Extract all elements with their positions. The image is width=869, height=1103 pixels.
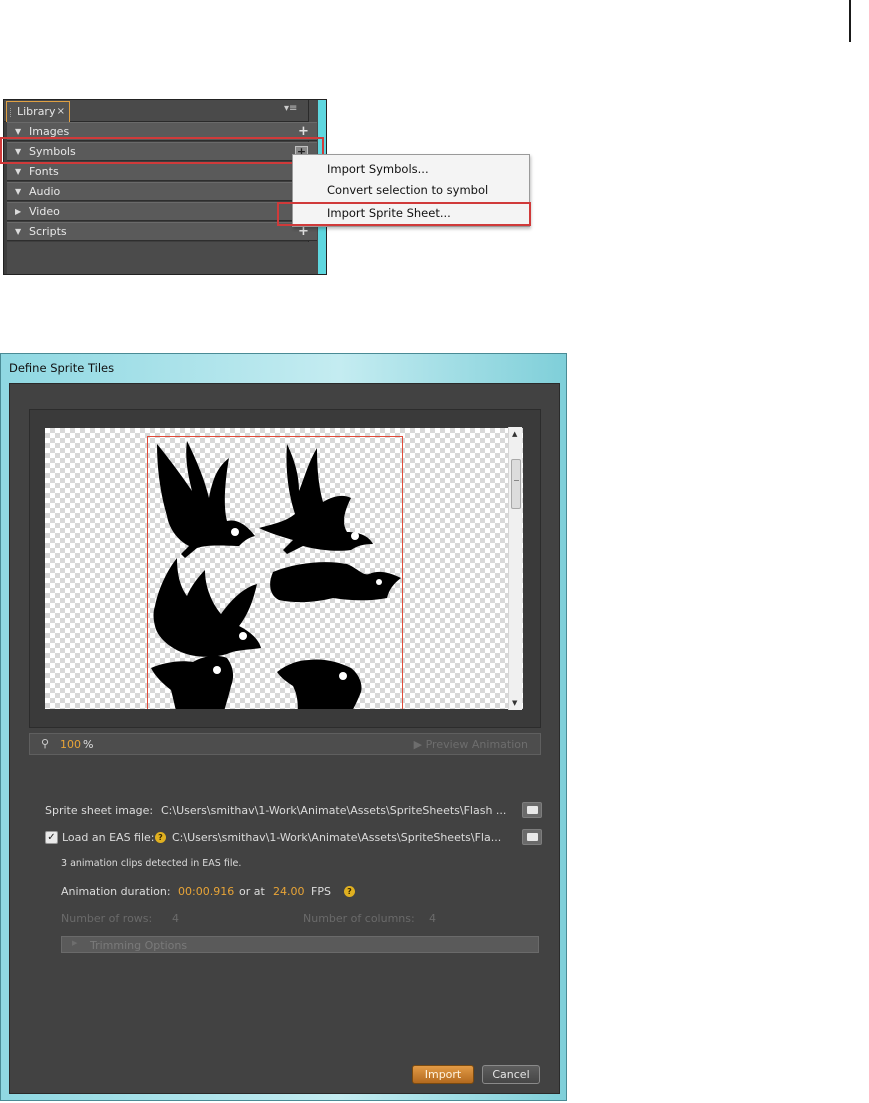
section-label: Scripts — [29, 225, 67, 238]
browse-eas-button[interactable] — [522, 829, 542, 845]
scroll-thumb[interactable] — [511, 459, 521, 509]
page-margin-mark — [849, 0, 851, 42]
expand-triangle-icon: ▼ — [15, 227, 22, 236]
dialog-title: Define Sprite Tiles — [9, 361, 115, 375]
load-eas-checkbox[interactable]: ✓ — [45, 831, 58, 844]
collapse-triangle-icon: ▶ — [72, 939, 78, 947]
zoom-unit: % — [83, 738, 94, 751]
fps-label: FPS — [311, 885, 331, 898]
eas-file-path: C:\Users\smithav\1-Work\Animate\Assets\S… — [172, 831, 502, 844]
library-empty-area — [7, 242, 317, 274]
magnifier-icon: ⚲ — [41, 737, 50, 750]
scroll-up-icon[interactable]: ▲ — [512, 430, 517, 438]
folder-icon — [527, 806, 538, 814]
scroll-down-icon[interactable]: ▼ — [512, 699, 517, 707]
panel-menu-icon[interactable]: ▾≡ — [284, 103, 297, 114]
load-eas-label: Load an EAS file: — [62, 831, 155, 844]
menu-item-import-symbols[interactable]: Import Symbols... — [327, 162, 429, 176]
highlight-import-sprite-sheet — [277, 202, 531, 226]
rows-label: Number of rows: — [61, 912, 153, 925]
vertical-scrollbar[interactable]: ▲ ▼ — [508, 427, 522, 710]
highlight-symbols-row — [0, 137, 324, 164]
trimming-options-label: Trimming Options — [90, 939, 188, 952]
sprite-preview-viewer: ▲ ▼ — [29, 409, 541, 728]
library-section-scripts[interactable]: ▼ Scripts + — [7, 222, 317, 241]
library-section-video[interactable]: ▶ Video — [7, 202, 317, 221]
close-icon[interactable]: × — [57, 102, 65, 121]
duration-label: Animation duration: — [61, 885, 171, 898]
trimming-options-section[interactable]: ▶ Trimming Options — [61, 936, 539, 953]
zoom-bar: ⚲ 100 % ▶ Preview Animation — [29, 733, 541, 755]
help-icon[interactable]: ? — [344, 886, 355, 897]
library-tab-label: Library — [17, 105, 56, 118]
section-label: Video — [29, 205, 60, 218]
sprite-tile-bounds — [147, 436, 403, 709]
folder-icon — [527, 833, 538, 841]
expand-triangle-icon: ▼ — [15, 187, 22, 196]
library-section-fonts[interactable]: ▼ Fonts — [7, 162, 317, 181]
library-panel: Library × ▾≡ ▼ Images + ▼ Symbols + ▼ Fo… — [3, 99, 327, 275]
grip-icon — [10, 108, 13, 117]
browse-sprite-sheet-button[interactable] — [522, 802, 542, 818]
preview-animation-button[interactable]: ▶ Preview Animation — [414, 738, 528, 751]
sprite-sheet-label: Sprite sheet image: — [45, 804, 154, 817]
section-label: Audio — [29, 185, 61, 198]
columns-value: 4 — [429, 912, 436, 925]
columns-label: Number of columns: — [303, 912, 415, 925]
expand-triangle-icon: ▼ — [15, 167, 22, 176]
zoom-value[interactable]: 100 — [60, 738, 81, 751]
sprite-sheet-path: C:\Users\smithav\1-Work\Animate\Assets\S… — [161, 804, 507, 817]
library-tab[interactable]: Library × — [6, 101, 70, 122]
help-icon[interactable]: ? — [155, 832, 166, 843]
define-sprite-tiles-dialog: Define Sprite Tiles ▲ ▼ ⚲ 100 % ▶ Previe… — [0, 353, 567, 1101]
menu-item-convert-to-symbol[interactable]: Convert selection to symbol — [327, 183, 488, 197]
section-label: Fonts — [29, 165, 59, 178]
duration-value[interactable]: 00:00.916 — [178, 885, 234, 898]
collapse-triangle-icon: ▶ — [15, 207, 22, 216]
import-button[interactable]: Import — [412, 1065, 474, 1084]
library-section-audio[interactable]: ▼ Audio — [7, 182, 317, 201]
dialog-body: ▲ ▼ ⚲ 100 % ▶ Preview Animation Sprite s… — [9, 383, 560, 1094]
rows-value: 4 — [172, 912, 179, 925]
or-at-label: or at — [239, 885, 265, 898]
fps-value[interactable]: 24.00 — [273, 885, 305, 898]
clips-detected-text: 3 animation clips detected in EAS file. — [61, 858, 242, 869]
library-tab-bar: Library × ▾≡ — [4, 100, 320, 122]
cancel-button[interactable]: Cancel — [482, 1065, 540, 1084]
sprite-canvas[interactable] — [45, 428, 523, 709]
